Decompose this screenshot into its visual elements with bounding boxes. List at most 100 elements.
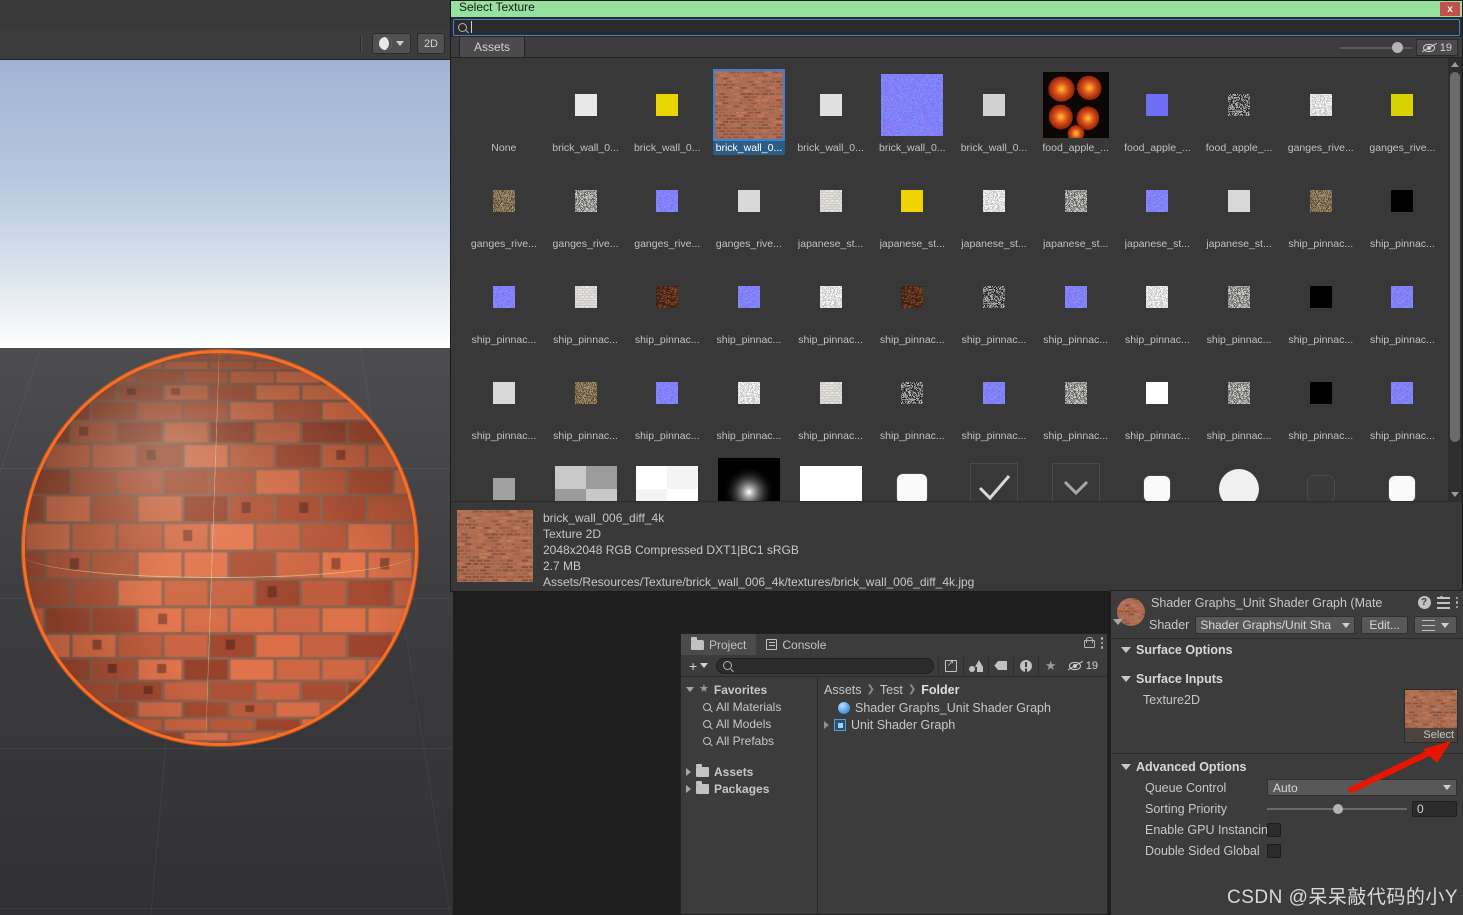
asset-cell[interactable]: brick_wall_0... bbox=[545, 66, 627, 162]
asset-cell[interactable] bbox=[871, 450, 953, 501]
asset-grid-scrollbar[interactable] bbox=[1448, 58, 1462, 501]
asset-cell[interactable]: ganges_rive... bbox=[545, 162, 627, 258]
select-texture-titlebar[interactable]: Select Texture x bbox=[451, 0, 1462, 17]
scene-2d-toggle[interactable]: 2D bbox=[416, 33, 445, 54]
asset-cell[interactable]: ship_pinnac... bbox=[1117, 354, 1199, 450]
asset-cell[interactable] bbox=[1362, 450, 1444, 501]
filter-by-type-button[interactable] bbox=[962, 656, 988, 675]
breadcrumb-assets[interactable]: Assets bbox=[824, 683, 862, 697]
asset-cell[interactable]: ship_pinnac... bbox=[545, 354, 627, 450]
texture2d-object-field[interactable]: Select bbox=[1404, 689, 1458, 743]
asset-cell[interactable]: brick_wall_0... bbox=[790, 66, 872, 162]
asset-cell[interactable]: ship_pinnac... bbox=[1035, 258, 1117, 354]
scrollbar-thumb[interactable] bbox=[1450, 72, 1460, 442]
search-field-wrapper[interactable] bbox=[453, 18, 1460, 36]
project-hidden-badge[interactable]: 19 bbox=[1063, 657, 1103, 674]
asset-cell[interactable]: brick_wall_0... bbox=[953, 66, 1035, 162]
chevron-down-icon[interactable] bbox=[395, 41, 404, 46]
asset-cell[interactable]: ship_pinnac... bbox=[708, 258, 790, 354]
tree-packages[interactable]: Packages bbox=[681, 780, 817, 797]
asset-cell[interactable] bbox=[626, 450, 708, 501]
chevron-down-icon[interactable] bbox=[686, 687, 694, 692]
tree-all-prefabs[interactable]: All Prefabs bbox=[681, 732, 817, 749]
asset-cell[interactable]: ship_pinnac... bbox=[463, 258, 545, 354]
asset-cell[interactable] bbox=[545, 450, 627, 501]
search-input[interactable] bbox=[476, 21, 1455, 33]
tab-assets[interactable]: Assets bbox=[459, 36, 526, 57]
asset-cell[interactable]: brick_wall_0... bbox=[871, 66, 953, 162]
asset-cell[interactable]: japanese_st... bbox=[1035, 162, 1117, 258]
section-surface-inputs[interactable]: Surface Inputs bbox=[1111, 668, 1463, 689]
asset-cell[interactable]: ship_pinnac... bbox=[463, 354, 545, 450]
asset-cell[interactable] bbox=[953, 450, 1035, 501]
edit-shader-button[interactable]: Edit... bbox=[1361, 616, 1408, 634]
asset-cell[interactable]: ship_pinnac... bbox=[626, 354, 708, 450]
scroll-down-icon[interactable] bbox=[1451, 492, 1459, 497]
asset-cell[interactable] bbox=[463, 450, 545, 501]
project-search-field[interactable] bbox=[716, 657, 934, 674]
lock-icon[interactable] bbox=[1083, 637, 1095, 649]
asset-cell[interactable]: ship_pinnac... bbox=[1280, 162, 1362, 258]
asset-cell[interactable] bbox=[1198, 450, 1280, 501]
asset-grid-area[interactable]: None brick_wall_0... brick_wall_0... brick_… bbox=[451, 58, 1462, 501]
asset-cell[interactable]: food_apple_... bbox=[1117, 66, 1199, 162]
asset-cell[interactable]: ship_pinnac... bbox=[871, 354, 953, 450]
asset-cell[interactable] bbox=[1280, 450, 1362, 501]
scene-object-sphere[interactable] bbox=[22, 350, 418, 746]
asset-cell[interactable]: ganges_rive... bbox=[463, 162, 545, 258]
hidden-assets-badge[interactable]: 19 bbox=[1415, 39, 1458, 56]
section-advanced-options[interactable]: Advanced Options bbox=[1111, 756, 1463, 777]
kebab-menu-icon[interactable] bbox=[1455, 596, 1458, 609]
asset-cell[interactable]: ship_pinnac... bbox=[1117, 258, 1199, 354]
asset-cell[interactable] bbox=[708, 450, 790, 501]
filter-warning-button[interactable] bbox=[1012, 656, 1038, 675]
tab-project[interactable]: Project bbox=[681, 634, 757, 655]
scene-lighting-toggle[interactable] bbox=[371, 33, 411, 54]
asset-cell[interactable]: ganges_rive... bbox=[626, 162, 708, 258]
breadcrumb-folder[interactable]: Folder bbox=[921, 683, 959, 697]
asset-cell[interactable]: ship_pinnac... bbox=[626, 258, 708, 354]
thumbnail-size-slider[interactable] bbox=[1339, 40, 1412, 56]
filter-by-label-button[interactable] bbox=[987, 656, 1013, 675]
shader-dropdown[interactable]: Shader Graphs/Unit Sha bbox=[1195, 616, 1356, 634]
scroll-up-icon[interactable] bbox=[1451, 62, 1459, 67]
breadcrumb-test[interactable]: Test bbox=[880, 683, 903, 697]
asset-cell[interactable]: japanese_st... bbox=[953, 162, 1035, 258]
chevron-right-icon[interactable] bbox=[686, 784, 691, 793]
kebab-menu-icon[interactable] bbox=[1100, 637, 1103, 649]
asset-cell[interactable]: ganges_rive... bbox=[708, 162, 790, 258]
asset-cell[interactable]: ship_pinnac... bbox=[1362, 258, 1444, 354]
asset-cell[interactable]: japanese_st... bbox=[871, 162, 953, 258]
asset-cell[interactable]: None bbox=[463, 66, 545, 162]
slider-knob[interactable] bbox=[1333, 803, 1343, 814]
help-icon[interactable]: ? bbox=[1417, 596, 1431, 609]
section-surface-options[interactable]: Surface Options bbox=[1111, 639, 1463, 660]
asset-cell[interactable]: brick_wall_0... bbox=[708, 66, 790, 162]
slider-knob[interactable] bbox=[1391, 42, 1403, 53]
asset-cell[interactable]: ship_pinnac... bbox=[953, 354, 1035, 450]
asset-cell[interactable]: ship_pinnac... bbox=[790, 258, 872, 354]
asset-cell[interactable]: japanese_st... bbox=[1198, 162, 1280, 258]
chevron-right-icon[interactable] bbox=[824, 720, 829, 729]
asset-cell[interactable]: japanese_st... bbox=[1117, 162, 1199, 258]
asset-cell[interactable]: ship_pinnac... bbox=[1362, 354, 1444, 450]
asset-cell[interactable] bbox=[1117, 450, 1199, 501]
asset-cell[interactable]: japanese_st... bbox=[790, 162, 872, 258]
list-item[interactable]: Unit Shader Graph bbox=[818, 716, 1107, 733]
queue-control-dropdown[interactable]: Auto bbox=[1267, 779, 1457, 796]
asset-cell[interactable]: food_apple_... bbox=[1198, 66, 1280, 162]
chevron-right-icon[interactable] bbox=[686, 767, 691, 776]
scene-viewport[interactable] bbox=[0, 60, 453, 915]
tree-all-materials[interactable]: All Materials bbox=[681, 698, 817, 715]
asset-cell[interactable]: ship_pinnac... bbox=[1198, 354, 1280, 450]
save-search-button[interactable] bbox=[937, 656, 963, 675]
double-sided-checkbox[interactable] bbox=[1267, 843, 1281, 858]
gpu-instancing-checkbox[interactable] bbox=[1267, 822, 1281, 837]
list-item[interactable]: Shader Graphs_Unit Shader Graph bbox=[818, 699, 1107, 716]
close-icon[interactable]: x bbox=[1440, 2, 1460, 16]
asset-cell[interactable]: ship_pinnac... bbox=[1280, 258, 1362, 354]
asset-cell[interactable]: ship_pinnac... bbox=[953, 258, 1035, 354]
sorting-priority-slider[interactable] bbox=[1267, 802, 1407, 816]
asset-cell[interactable]: ship_pinnac... bbox=[790, 354, 872, 450]
asset-cell[interactable]: food_apple_... bbox=[1035, 66, 1117, 162]
